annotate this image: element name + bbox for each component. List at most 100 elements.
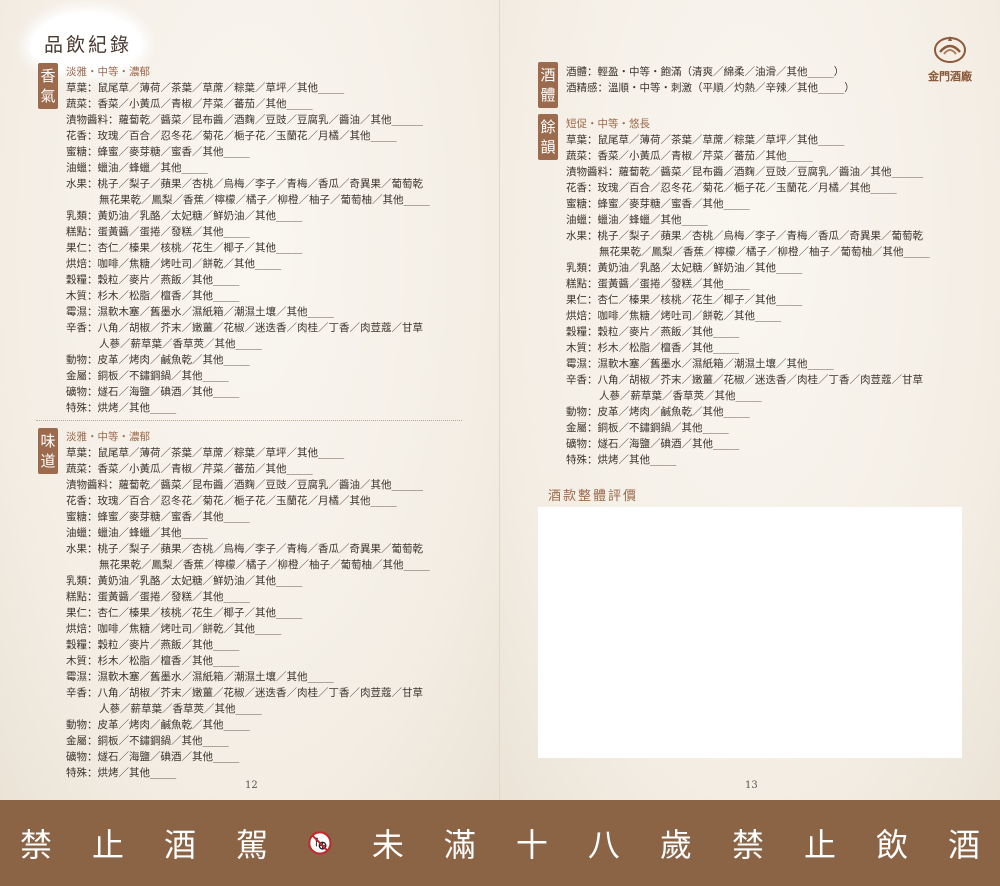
item-options: 杉木／松脂／檀香／其他_____	[97, 290, 240, 302]
item-label: 蔬菜：	[66, 98, 98, 110]
item-options: 蛋黃醬／蛋捲／發糕／其他_____	[97, 591, 250, 603]
item-label: 動物：	[566, 406, 598, 418]
item-label: 金屬：	[66, 735, 98, 747]
item-label: 漬物醬料：	[566, 166, 619, 178]
item-label: 漬物醬料：	[66, 479, 119, 491]
taste-section: 淡雅・中等・濃郁 草葉：鼠尾草／薄荷／茶葉／草蓆／粽葉／草坪／其他_____ 蔬菜…	[66, 429, 430, 781]
item-options: 桃子／梨子／蘋果／杏桃／烏梅／李子／青梅／香瓜／奇異果／葡萄乾	[97, 178, 424, 190]
item-label: 木質：	[566, 342, 598, 354]
item-label: 果仁：	[566, 294, 598, 306]
body-section: 酒體：輕盈・中等・飽滿（清爽／綿柔／油滑／其他_____） 酒精感：溫順・中等・刺…	[566, 64, 855, 96]
item-options: 濕軟木塞／舊墨水／濕紙箱／潮濕土壤／其他_____	[97, 671, 334, 683]
item-options-continued: 人蔘／薪草葉／香草莢／其他_____	[599, 390, 762, 402]
item-options: 烘烤／其他_____	[97, 402, 177, 414]
list-item: 果仁：杏仁／榛果／核桃／花生／椰子／其他_____	[66, 240, 430, 256]
item-options: 八角／胡椒／芥末／嫩薑／花椒／迷迭香／肉桂／丁香／肉荳蔻／甘草	[97, 322, 424, 334]
item-label: 霉濕：	[566, 358, 598, 370]
item-label: 金屬：	[566, 422, 598, 434]
item-options: 黃奶油／乳酪／太妃糖／鮮奶油／其他_____	[597, 262, 803, 274]
item-options-continued: 人蔘／薪草葉／香草莢／其他_____	[99, 703, 262, 715]
tag-body: 酒體	[538, 62, 558, 108]
list-item: 霉濕：濕軟木塞／舊墨水／濕紙箱／潮濕土壤／其他_____	[66, 304, 430, 320]
right-page: 金門酒廠 酒體 酒體：輕盈・中等・飽滿（清爽／綿柔／油滑／其他_____） 酒精感…	[500, 0, 1000, 800]
item-label: 酒精感：	[566, 82, 608, 94]
footer-banner: 禁止酒駕 未滿十八歲禁止飲酒	[0, 800, 1000, 886]
list-item: 蜜糖：蜂蜜／麥芽糖／蜜香／其他_____	[66, 144, 430, 160]
item-label: 烘焙：	[66, 623, 98, 635]
item-options: 玫瑰／百合／忍冬花／菊花／梔子花／玉蘭花／月橘／其他_____	[97, 130, 397, 142]
item-options: 烘烤／其他_____	[597, 454, 677, 466]
list-item: 花香：玫瑰／百合／忍冬花／菊花／梔子花／玉蘭花／月橘／其他_____	[66, 128, 430, 144]
item-options: 鼠尾草／薄荷／茶葉／草蓆／粽葉／草坪／其他_____	[97, 447, 345, 459]
item-options-continued: 無花果乾／鳳梨／香蕉／檸檬／橘子／柳橙／柚子／葡萄柚／其他_____	[99, 559, 430, 571]
footer-char: 飲	[875, 826, 908, 864]
item-label: 金屬：	[66, 370, 98, 382]
item-options: 溫順・中等・刺激（平順／灼熱／辛辣／其他_____）	[608, 82, 855, 94]
list-item: 油蠟：蠟油／蜂蠟／其他_____	[66, 160, 430, 176]
list-item: 烘焙：咖啡／焦糖／烤吐司／餅乾／其他_____	[566, 308, 930, 324]
item-label: 水果：	[66, 178, 98, 190]
item-options: 杏仁／榛果／核桃／花生／椰子／其他_____	[597, 294, 803, 306]
item-label: 礦物：	[66, 751, 98, 763]
body-rows: 酒體：輕盈・中等・飽滿（清爽／綿柔／油滑／其他_____） 酒精感：溫順・中等・刺…	[566, 64, 855, 96]
item-options: 玫瑰／百合／忍冬花／菊花／梔子花／玉蘭花／月橘／其他_____	[97, 495, 397, 507]
item-label: 辛香：	[566, 374, 598, 386]
item-options: 穀粒／麥片／燕飯／其他_____	[597, 326, 740, 338]
item-label: 蜜糖：	[66, 146, 98, 158]
item-label: 草葉：	[66, 447, 98, 459]
brand-logo: 金門酒廠	[920, 34, 980, 84]
item-options: 燧石／海鹽／碘酒／其他_____	[597, 438, 740, 450]
list-item: 蔬菜：香菜／小黃瓜／青椒／芹菜／蕃茄／其他_____	[66, 461, 430, 477]
item-options: 杏仁／榛果／核桃／花生／椰子／其他_____	[97, 607, 303, 619]
item-options: 濕軟木塞／舊墨水／濕紙箱／潮濕土壤／其他_____	[597, 358, 834, 370]
item-options: 皮革／烤肉／鹹魚乾／其他_____	[97, 354, 250, 366]
list-item: 特殊：烘烤／其他_____	[66, 400, 430, 416]
list-item: 烘焙：咖啡／焦糖／烤吐司／餅乾／其他_____	[66, 256, 430, 272]
list-item: 動物：皮革／烤肉／鹹魚乾／其他_____	[66, 352, 430, 368]
list-item: 辛香：八角／胡椒／芥末／嫩薑／花椒／迷迭香／肉桂／丁香／肉荳蔻／甘草	[66, 685, 430, 701]
list-item: 動物：皮革／烤肉／鹹魚乾／其他_____	[66, 717, 430, 733]
item-options: 黃奶油／乳酪／太妃糖／鮮奶油／其他_____	[97, 575, 303, 587]
item-label: 酒體：	[566, 66, 598, 78]
list-item: 花香：玫瑰／百合／忍冬花／菊花／梔子花／玉蘭花／月橘／其他_____	[66, 493, 430, 509]
item-options: 桃子／梨子／蘋果／杏桃／烏梅／李子／青梅／香瓜／奇異果／葡萄乾	[97, 543, 424, 555]
no-drinking-driving-icon	[308, 831, 332, 855]
item-options: 蘿蔔乾／醬菜／昆布醬／酒麴／豆豉／豆腐乳／醬油／其他______	[118, 114, 424, 126]
item-label: 果仁：	[66, 242, 98, 254]
list-item: 花香：玫瑰／百合／忍冬花／菊花／梔子花／玉蘭花／月橘／其他_____	[566, 180, 930, 196]
item-options: 八角／胡椒／芥末／嫩薑／花椒／迷迭香／肉桂／丁香／肉荳蔻／甘草	[597, 374, 924, 386]
list-item: 油蠟：蠟油／蜂蠟／其他_____	[566, 212, 930, 228]
logo-text: 金門酒廠	[928, 70, 972, 83]
item-options: 玫瑰／百合／忍冬花／菊花／梔子花／玉蘭花／月橘／其他_____	[597, 182, 897, 194]
evaluation-title: 酒款整體評價	[548, 489, 639, 504]
item-label: 特殊：	[66, 767, 98, 779]
item-label: 辛香：	[66, 687, 98, 699]
list-item: 乳類：黃奶油／乳酪／太妃糖／鮮奶油／其他_____	[566, 260, 930, 276]
footer-char: 止	[92, 826, 125, 864]
item-options: 燧石／海鹽／碘酒／其他_____	[97, 386, 240, 398]
footer-char: 駕	[236, 826, 269, 864]
footer-char: 禁	[20, 826, 53, 864]
list-item: 礦物：燧石／海鹽／碘酒／其他_____	[66, 749, 430, 765]
item-options: 桃子／梨子／蘋果／杏桃／烏梅／李子／青梅／香瓜／奇異果／葡萄乾	[597, 230, 924, 242]
tag-taste: 味道	[38, 428, 58, 474]
list-item: 礦物：燧石／海鹽／碘酒／其他_____	[566, 436, 930, 452]
item-label: 礦物：	[566, 438, 598, 450]
item-options: 皮革／烤肉／鹹魚乾／其他_____	[97, 719, 250, 731]
item-label: 霉濕：	[66, 671, 98, 683]
footer-left-text: 禁止酒駕	[0, 820, 288, 866]
list-item: 油蠟：蠟油／蜂蠟／其他_____	[66, 525, 430, 541]
item-options: 香菜／小黃瓜／青椒／芹菜／蕃茄／其他_____	[97, 98, 313, 110]
item-label: 木質：	[66, 655, 98, 667]
item-label: 礦物：	[66, 386, 98, 398]
item-options-continued: 無花果乾／鳳梨／香蕉／檸檬／橘子／柳橙／柚子／葡萄柚／其他_____	[99, 194, 430, 206]
evaluation-box[interactable]	[538, 507, 962, 758]
footer-char: 止	[803, 826, 836, 864]
list-item: 木質：杉木／松脂／檀香／其他_____	[66, 288, 430, 304]
list-item: 草葉：鼠尾草／薄荷／茶葉／草蓆／粽葉／草坪／其他_____	[566, 132, 930, 148]
list-item: 木質：杉木／松脂／檀香／其他_____	[566, 340, 930, 356]
item-options: 穀粒／麥片／燕飯／其他_____	[97, 274, 240, 286]
footer-char: 歲	[659, 826, 692, 864]
kinmen-logo-icon	[934, 36, 966, 63]
list-item: 草葉：鼠尾草／薄荷／茶葉／草蓆／粽葉／草坪／其他_____	[66, 80, 430, 96]
